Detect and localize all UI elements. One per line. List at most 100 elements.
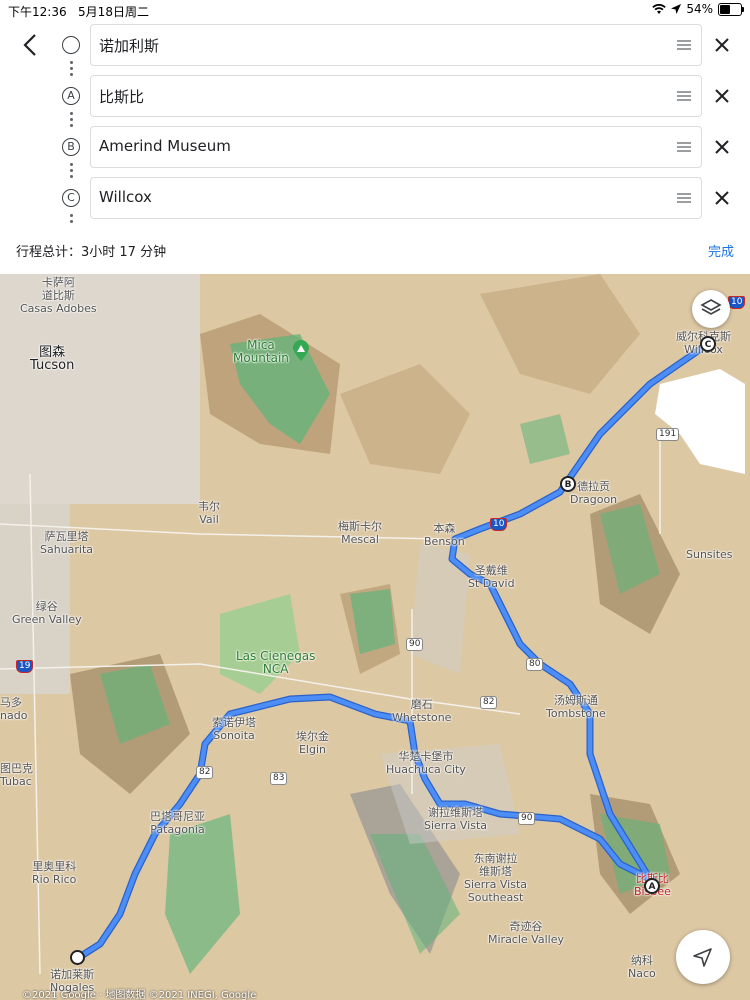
label-en: NCA bbox=[262, 662, 289, 676]
drag-handle-icon[interactable] bbox=[677, 90, 691, 102]
label-cn: 巴塔哥尼亚 bbox=[150, 810, 205, 823]
label-en: St David bbox=[468, 577, 515, 590]
stop-b-text: Amerind Museum bbox=[99, 137, 231, 155]
map-label-sv-southeast: 东南谢拉 维斯塔 Sierra Vista Southeast bbox=[464, 852, 527, 904]
map-label-las-cienegas: Las Cienegas NCA bbox=[236, 650, 315, 676]
status-time-date: 下午12:36 5月18日周二 bbox=[8, 3, 149, 20]
label-en: Tubac bbox=[0, 775, 32, 788]
label-cn: 里奥里科 bbox=[32, 860, 77, 873]
label-en: Southeast bbox=[467, 891, 524, 904]
label-cn: 磨石 bbox=[410, 698, 433, 711]
label-en: Las Cienegas bbox=[236, 649, 316, 663]
route-origin-pin[interactable] bbox=[70, 950, 85, 965]
label-en: Dragoon bbox=[570, 493, 618, 506]
label-en: Rio Rico bbox=[32, 873, 77, 886]
status-bar: 下午12:36 5月18日周二 54% bbox=[0, 0, 750, 22]
shield-i10: 10 bbox=[728, 296, 746, 309]
map-label-naco: 纳科 Naco bbox=[628, 954, 656, 980]
close-icon[interactable] bbox=[714, 190, 730, 206]
label-en: Whetstone bbox=[392, 711, 452, 724]
route-pin-c[interactable]: C bbox=[700, 336, 716, 352]
stop-marker-b: B bbox=[62, 138, 80, 156]
map-label-green-valley: 绿谷 Green Valley bbox=[12, 600, 82, 626]
label-en: Patagonia bbox=[150, 823, 205, 836]
stop-c[interactable]: Willcox bbox=[90, 177, 702, 219]
map-label-sonoita: 索诺伊塔 Sonoita bbox=[212, 716, 256, 742]
label-en: Tombstone bbox=[546, 707, 606, 720]
label-en: Sonoita bbox=[213, 729, 255, 742]
map-label-elgin: 埃尔金 Elgin bbox=[296, 730, 329, 756]
label-en: Green Valley bbox=[12, 613, 82, 626]
label-en: Benson bbox=[424, 535, 465, 548]
label-cn: 索诺伊塔 bbox=[212, 716, 256, 729]
label-en: Mescal bbox=[341, 533, 379, 546]
map-label-mescal: 梅斯卡尔 Mescal bbox=[338, 520, 382, 546]
map-label-whetstone: 磨石 Whetstone bbox=[392, 698, 451, 724]
close-icon[interactable] bbox=[714, 88, 730, 104]
origin-circle-icon bbox=[62, 36, 80, 54]
shield-sr83: 83 bbox=[270, 772, 288, 785]
shield-sr90: 90 bbox=[406, 638, 424, 651]
drag-handle-icon[interactable] bbox=[677, 39, 691, 51]
shield-sr90: 90 bbox=[518, 812, 536, 825]
stop-marker-c: C bbox=[62, 189, 80, 207]
label-en: Tucson bbox=[30, 358, 75, 373]
map-label-sierra-vista: 谢拉维斯塔 Sierra Vista bbox=[424, 806, 487, 832]
map-label-miracle-valley: 奇迹谷 Miracle Valley bbox=[488, 920, 564, 946]
map-label-vail: 韦尔 Vail bbox=[198, 500, 220, 526]
park-pin-icon bbox=[293, 340, 309, 361]
drag-handle-icon[interactable] bbox=[677, 141, 691, 153]
map-label-mica-mountain: Mica Mountain bbox=[233, 339, 289, 365]
map-label-benson: 本森 Benson bbox=[424, 522, 465, 548]
status-time: 下午12:36 bbox=[8, 5, 67, 19]
route-pin-b[interactable]: B bbox=[560, 476, 576, 492]
label-en: Miracle Valley bbox=[488, 933, 564, 946]
label-cn: 维斯塔 bbox=[479, 865, 513, 878]
label-cn: 奇迹谷 bbox=[509, 920, 543, 933]
chevron-left-icon[interactable] bbox=[18, 32, 44, 58]
label-en: Naco bbox=[628, 967, 656, 980]
close-icon[interactable] bbox=[714, 37, 730, 53]
label-en: Huachuca City bbox=[386, 763, 466, 776]
map-view[interactable]: 卡萨阿 道比斯 Casas Adobes 图森 Tucson Mica Moun… bbox=[0, 274, 750, 1000]
done-button[interactable]: 完成 bbox=[708, 241, 734, 260]
stop-marker-a: A bbox=[62, 87, 80, 105]
stop-origin[interactable]: 诺加利斯 bbox=[90, 24, 702, 66]
shield-sr82: 82 bbox=[196, 766, 214, 779]
stop-c-text: Willcox bbox=[99, 188, 152, 206]
shield-us191: 191 bbox=[656, 428, 680, 441]
label-cn: 华楚卡堡市 bbox=[398, 750, 454, 763]
shield-sr80: 80 bbox=[526, 658, 544, 671]
label-cn: 道比斯 bbox=[41, 289, 75, 302]
label-cn: 埃尔金 bbox=[296, 730, 329, 743]
status-date: 5月18日周二 bbox=[78, 5, 149, 19]
map-label-tombstone: 汤姆斯通 Tombstone bbox=[546, 694, 606, 720]
label-cn: 东南谢拉 bbox=[473, 852, 518, 865]
stop-a[interactable]: 比斯比 bbox=[90, 75, 702, 117]
stop-b[interactable]: Amerind Museum bbox=[90, 126, 702, 168]
map-label-tucson: 图森 Tucson bbox=[30, 346, 74, 372]
map-label-dragoon: 德拉贡 Dragoon bbox=[570, 480, 617, 506]
navigation-arrow-icon bbox=[693, 948, 712, 967]
label-en: Sahuarita bbox=[40, 543, 94, 556]
route-dots bbox=[70, 163, 73, 181]
map-label-sunsites: Sunsites bbox=[686, 548, 733, 561]
label-en: nado bbox=[0, 709, 28, 722]
my-location-button[interactable] bbox=[676, 930, 730, 984]
drag-handle-icon[interactable] bbox=[677, 192, 691, 204]
layers-button[interactable] bbox=[692, 290, 730, 328]
map-label-rio-rico: 里奥里科 Rio Rico bbox=[32, 860, 76, 886]
map-copyright: ©2021 Google · 地图数据 ©2021 INEGI, Google bbox=[22, 990, 257, 1000]
label-cn: 马多 bbox=[0, 696, 22, 709]
route-pin-a[interactable]: A bbox=[644, 878, 660, 894]
label-cn: 德拉贡 bbox=[577, 480, 611, 493]
label-en: Casas Adobes bbox=[20, 302, 97, 315]
map-label-huachuca: 华楚卡堡市 Huachuca City bbox=[386, 750, 466, 776]
label-en: Vail bbox=[199, 513, 219, 526]
layers-icon bbox=[700, 299, 722, 315]
label-cn: 萨瓦里塔 bbox=[44, 530, 89, 543]
close-icon[interactable] bbox=[714, 139, 730, 155]
label-cn: 谢拉维斯塔 bbox=[428, 806, 484, 819]
directions-panel: 诺加利斯 A 比斯比 B Amerind Museum C Willcox 行程… bbox=[0, 22, 750, 274]
status-right: 54% bbox=[652, 2, 744, 16]
